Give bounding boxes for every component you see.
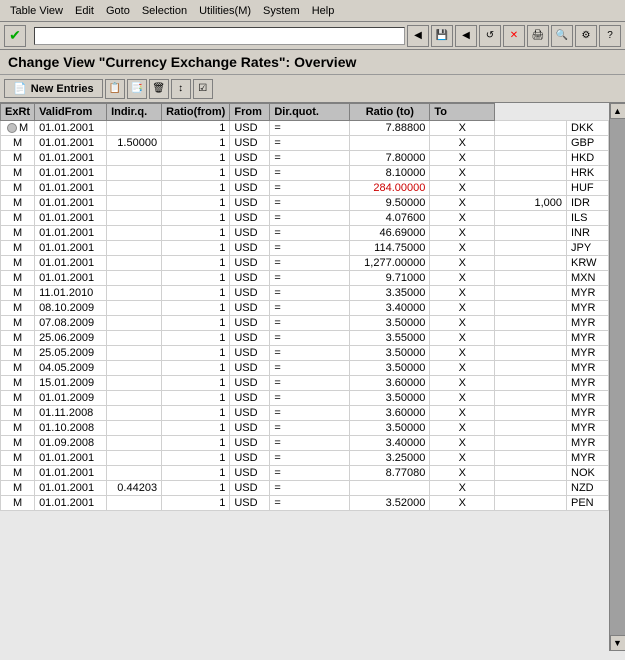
table-row[interactable]: M01.01.20091USD=3.50000XMYR: [1, 391, 609, 406]
address-input[interactable]: [34, 27, 405, 45]
table-header-row: ExRt ValidFrom Indir.q. Ratio(from) From…: [1, 104, 609, 121]
table-row[interactable]: M01.01.20011USD=46.69000XINR: [1, 226, 609, 241]
table-row[interactable]: M25.05.20091USD=3.50000XMYR: [1, 346, 609, 361]
help-icon[interactable]: ?: [599, 25, 621, 47]
exchange-rates-table: ExRt ValidFrom Indir.q. Ratio(from) From…: [0, 103, 609, 511]
table-row[interactable]: M01.01.20011USD=3.52000XPEN: [1, 496, 609, 511]
table-scroll-area[interactable]: ExRt ValidFrom Indir.q. Ratio(from) From…: [0, 103, 609, 651]
table-row[interactable]: M01.01.20011USD=7.80000XHKD: [1, 151, 609, 166]
print-icon[interactable]: 🖨: [527, 25, 549, 47]
new-entries-label: New Entries: [31, 83, 94, 95]
delete-icon[interactable]: 🗑: [149, 79, 169, 99]
main-toolbar: ✔ ◀ 💾 ◀ ↺ ✕ 🖨 🔍 ⚙ ?: [0, 22, 625, 50]
header-to: To: [430, 104, 495, 121]
header-from: From: [230, 104, 270, 121]
menu-system[interactable]: System: [257, 3, 306, 19]
table-row[interactable]: M04.05.20091USD=3.50000XMYR: [1, 361, 609, 376]
scrollbar[interactable]: ▲ ▼: [609, 103, 625, 651]
scroll-track[interactable]: [610, 119, 625, 635]
header-ratiofrom: Ratio(from): [162, 104, 230, 121]
scroll-down-button[interactable]: ▼: [610, 635, 625, 651]
find-icon[interactable]: 🔍: [551, 25, 573, 47]
table-row[interactable]: M01.01.20011USD=8.10000XHRK: [1, 166, 609, 181]
table-row[interactable]: M01.01.20011USD=8.77080XNOK: [1, 466, 609, 481]
header-validfrom: ValidFrom: [35, 104, 107, 121]
table-row[interactable]: M01.01.20011USD=9.71000XMXN: [1, 271, 609, 286]
move-icon[interactable]: ↕: [171, 79, 191, 99]
header-ratioto: Ratio (to): [350, 104, 430, 121]
table-row[interactable]: M01.10.20081USD=3.50000XMYR: [1, 421, 609, 436]
table-row[interactable]: M01.01.20011.500001USD=XGBP: [1, 136, 609, 151]
table-row[interactable]: M01.09.20081USD=3.40000XMYR: [1, 436, 609, 451]
nav-left2-icon[interactable]: ◀: [455, 25, 477, 47]
header-indirq: Indir.q.: [107, 104, 162, 121]
header-dirquot: Dir.quot.: [270, 104, 350, 121]
menu-goto[interactable]: Goto: [100, 3, 136, 19]
table-row[interactable]: M01.01.20011USD=3.25000XMYR: [1, 451, 609, 466]
table-row[interactable]: M01.01.20011USD=9.50000X1,000IDR: [1, 196, 609, 211]
table-row[interactable]: M01.01.20011USD=7.88800XDKK: [1, 121, 609, 136]
menu-selection[interactable]: Selection: [136, 3, 193, 19]
table-wrapper: ExRt ValidFrom Indir.q. Ratio(from) From…: [0, 103, 625, 651]
copy-icon[interactable]: 📑: [127, 79, 147, 99]
checkmark-icon[interactable]: ✔: [4, 25, 26, 47]
table-row[interactable]: M01.01.20010.442031USD=XNZD: [1, 481, 609, 496]
new-entries-button[interactable]: 📄 New Entries: [4, 79, 103, 98]
table-row[interactable]: M01.01.20011USD=284.00000XHUF: [1, 181, 609, 196]
menu-help[interactable]: Help: [306, 3, 341, 19]
table-row[interactable]: M07.08.20091USD=3.50000XMYR: [1, 316, 609, 331]
stop-icon[interactable]: ✕: [503, 25, 525, 47]
table-row[interactable]: M15.01.20091USD=3.60000XMYR: [1, 376, 609, 391]
menu-utilities[interactable]: Utilities(M): [193, 3, 257, 19]
header-exrt: ExRt: [1, 104, 35, 121]
table-row[interactable]: M01.01.20011USD=4.07600XILS: [1, 211, 609, 226]
menu-tableview[interactable]: Table View: [4, 3, 69, 19]
refresh-icon[interactable]: ↺: [479, 25, 501, 47]
new-entries-icon: 📄: [13, 82, 27, 95]
details-icon[interactable]: 📋: [105, 79, 125, 99]
save-icon[interactable]: 💾: [431, 25, 453, 47]
table-row[interactable]: M11.01.20101USD=3.35000XMYR: [1, 286, 609, 301]
toolbar2: 📄 New Entries 📋 📑 🗑 ↕ ☑: [0, 75, 625, 103]
page-title: Change View "Currency Exchange Rates": O…: [8, 54, 617, 70]
scroll-up-button[interactable]: ▲: [610, 103, 625, 119]
table-row[interactable]: M01.11.20081USD=3.60000XMYR: [1, 406, 609, 421]
settings-icon[interactable]: ⚙: [575, 25, 597, 47]
page-title-area: Change View "Currency Exchange Rates": O…: [0, 50, 625, 75]
menu-edit[interactable]: Edit: [69, 3, 100, 19]
menubar: Table View Edit Goto Selection Utilities…: [0, 0, 625, 22]
table-row[interactable]: M01.01.20011USD=114.75000XJPY: [1, 241, 609, 256]
select-icon[interactable]: ☑: [193, 79, 213, 99]
table-row[interactable]: M01.01.20011USD=1,277.00000XKRW: [1, 256, 609, 271]
table-row[interactable]: M08.10.20091USD=3.40000XMYR: [1, 301, 609, 316]
table-row[interactable]: M25.06.20091USD=3.55000XMYR: [1, 331, 609, 346]
nav-left-icon[interactable]: ◀: [407, 25, 429, 47]
row-indicator-icon: [7, 123, 17, 133]
